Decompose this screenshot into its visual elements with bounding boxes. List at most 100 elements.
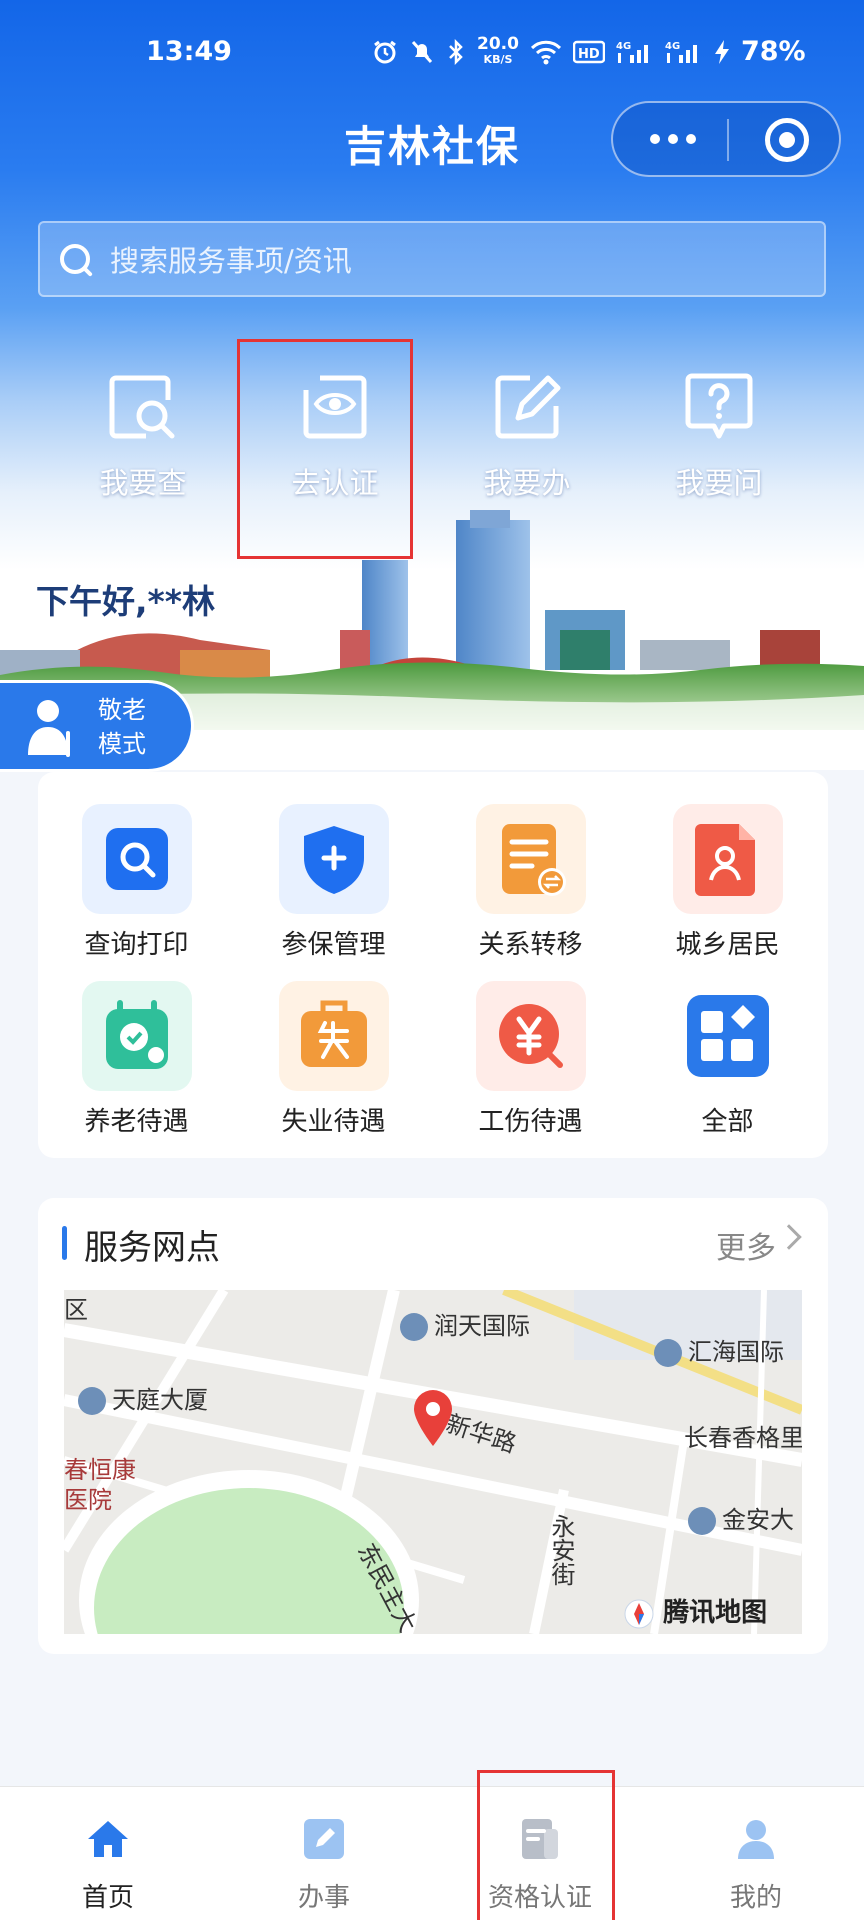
greeting-text: 下午好,**林 (36, 582, 216, 621)
resident-doc-icon (694, 824, 755, 896)
service-pension[interactable]: 养老待遇 (38, 981, 235, 1138)
more-menu-icon[interactable] (643, 121, 703, 157)
service-points-title: 服务网点 (84, 1228, 220, 1268)
network-speed: 20.0 KB/S (477, 33, 519, 66)
quick-action-label: 我要问 (675, 466, 763, 500)
all-apps-icon (686, 995, 769, 1077)
search-doc-icon (109, 375, 175, 439)
svg-text:4G: 4G (665, 41, 680, 52)
map-label-jinan: 金安大 (688, 1500, 794, 1535)
map-label-runtian: 润天国际 (400, 1306, 530, 1341)
tencent-map-brand: 腾讯地图 (624, 1592, 767, 1629)
service-points-card: 服务网点 更多 区 润天国际 汇海国际 天庭大厦 新华路 长春香格里 春恒康 医… (38, 1198, 828, 1654)
map-label-huihai: 汇海国际 (654, 1332, 784, 1367)
pension-icon (105, 1000, 168, 1069)
service-label: 全部 (701, 1107, 754, 1137)
service-label: 关系转移 (478, 930, 583, 960)
service-tile (672, 981, 783, 1091)
map-label-district: 区 (64, 1296, 88, 1324)
building-poi-icon (654, 1339, 682, 1367)
alarm-icon (374, 40, 396, 63)
tab-services[interactable]: 办事 (216, 1787, 432, 1920)
transfer-doc-icon (501, 824, 566, 896)
elder-mode-label: 敬老 模式 (98, 696, 146, 758)
highlight-box-qualification-tab (477, 1770, 615, 1920)
tab-mine[interactable]: 我的 (648, 1787, 864, 1920)
hotel-poi-icon (688, 1507, 716, 1535)
injury-yen-icon (498, 1004, 563, 1068)
service-query-print[interactable]: 查询打印 (38, 804, 235, 961)
service-tile (672, 804, 783, 914)
service-label: 查询打印 (84, 930, 189, 960)
mute-icon (411, 40, 433, 63)
mini-program-capsule (611, 101, 841, 177)
close-target-icon[interactable] (765, 118, 809, 162)
map-label-yongan: 永安街 (547, 1514, 575, 1586)
chevron-right-icon[interactable] (776, 1224, 802, 1250)
shield-plus-icon (303, 826, 364, 894)
bluetooth-icon (449, 38, 463, 65)
signal-4g-icon: 4G (616, 41, 648, 63)
battery-level: 78% (740, 36, 806, 67)
quick-action-label: 我要查 (99, 466, 187, 500)
pencil-icon (304, 1819, 344, 1859)
service-label: 参保管理 (281, 930, 386, 960)
query-print-icon (105, 828, 168, 890)
quick-actions: 我要查 去认证 我要办 我要问 (0, 372, 864, 502)
service-tile (278, 981, 389, 1091)
quick-action-query[interactable]: 我要查 (47, 372, 239, 502)
service-relation-transfer[interactable]: 关系转移 (432, 804, 629, 961)
search-placeholder: 搜索服务事项/资讯 (110, 244, 352, 278)
service-urban-rural-resident[interactable]: 城乡居民 (629, 804, 826, 961)
location-pin-icon (414, 1390, 452, 1446)
hero-banner: 13:49 20.0 KB/S HD 4G 4G 78% 吉林社保 搜索服务事项… (0, 0, 864, 770)
elder-person-icon (28, 700, 70, 757)
map-label-xiangge: 长春香格里 (684, 1424, 802, 1452)
service-label: 城乡居民 (675, 930, 780, 960)
bottom-tab-bar: 首页 办事 资格认证 我的 (0, 1786, 864, 1920)
elder-mode-button[interactable]: 敬老 模式 (0, 680, 194, 772)
quick-action-handle[interactable]: 我要办 (431, 372, 623, 502)
search-input[interactable]: 搜索服务事项/资讯 (38, 221, 826, 297)
service-tile (81, 981, 192, 1091)
home-icon (88, 1821, 128, 1857)
status-time: 13:49 (146, 36, 232, 67)
service-label: 失业待遇 (281, 1107, 386, 1137)
user-icon (738, 1820, 774, 1859)
tencent-map-logo-icon (624, 1599, 654, 1628)
question-icon (685, 373, 753, 439)
unemployment-icon (300, 1000, 367, 1067)
service-work-injury[interactable]: 工伤待遇 (432, 981, 629, 1138)
service-tile (81, 804, 192, 914)
map-label-tianting: 天庭大厦 (78, 1380, 208, 1415)
tab-label: 我的 (729, 1883, 782, 1913)
service-points-map[interactable]: 区 润天国际 汇海国际 天庭大厦 新华路 长春香格里 春恒康 医院 金安大 东民… (64, 1290, 802, 1634)
service-unemployment[interactable]: 失业待遇 (235, 981, 432, 1138)
map-label-hospital-2: 医院 (64, 1486, 112, 1514)
svg-text:HD: HD (578, 47, 600, 62)
quick-action-ask[interactable]: 我要问 (623, 372, 815, 502)
edit-icon (495, 375, 561, 439)
svg-text:4G: 4G (616, 41, 631, 52)
tab-label: 首页 (81, 1883, 134, 1913)
charging-icon (714, 39, 729, 64)
wifi-icon (530, 40, 562, 64)
building-poi-icon (78, 1387, 106, 1415)
service-label: 工伤待遇 (478, 1107, 583, 1137)
section-accent-bar (62, 1226, 67, 1260)
service-all[interactable]: 全部 (629, 981, 826, 1138)
service-tile (475, 804, 586, 914)
tab-home[interactable]: 首页 (0, 1787, 216, 1920)
services-card: 查询打印 参保管理 关系转移 城乡居民 养老待遇 失业待遇 工伤待遇 全部 (38, 772, 828, 1158)
service-tile (278, 804, 389, 914)
building-poi-icon (400, 1313, 428, 1341)
tab-label: 办事 (297, 1883, 350, 1913)
service-label: 养老待遇 (84, 1107, 189, 1137)
service-insurance-management[interactable]: 参保管理 (235, 804, 432, 961)
capsule-divider (727, 119, 729, 161)
service-tile (475, 981, 586, 1091)
service-points-more-link[interactable]: 更多 (716, 1223, 776, 1267)
highlight-box-verify (237, 339, 413, 559)
hd-icon: HD (572, 40, 605, 63)
status-bar: 13:49 20.0 KB/S HD 4G 4G 78% (0, 33, 864, 76)
